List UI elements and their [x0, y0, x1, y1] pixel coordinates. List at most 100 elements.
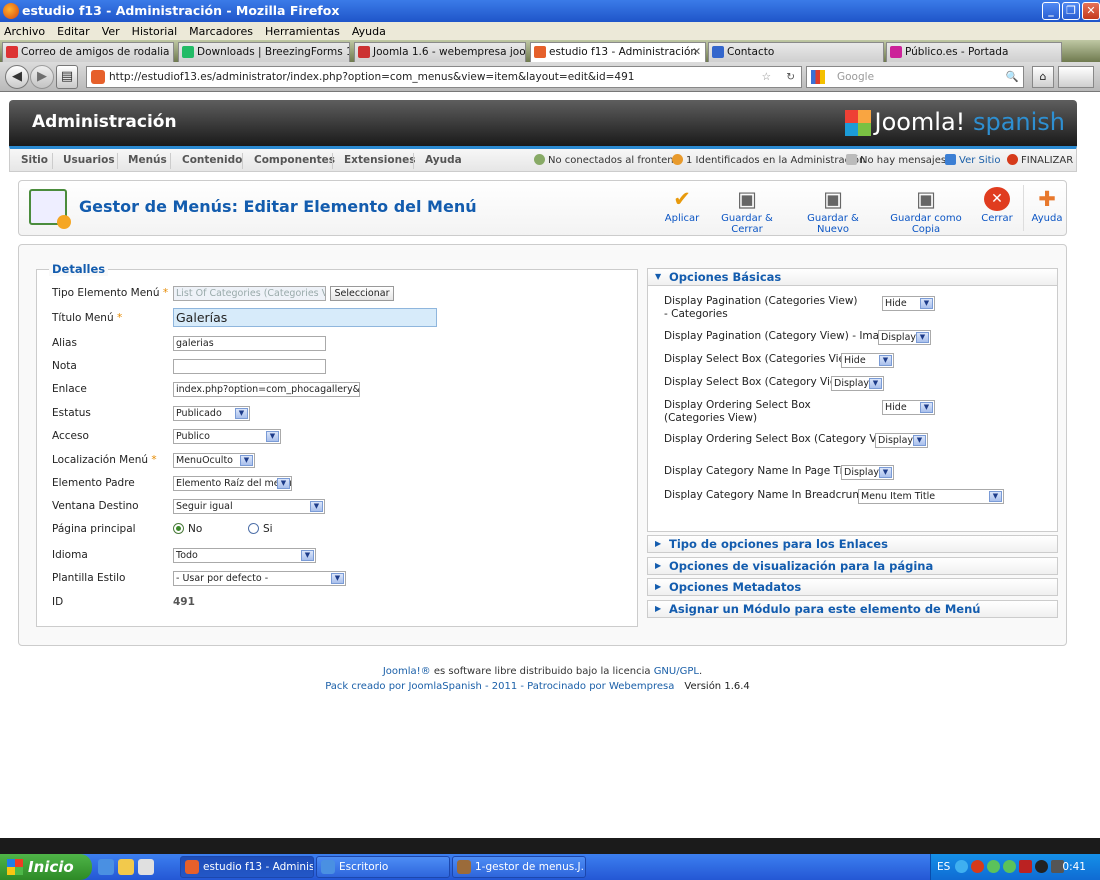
- nav-componentes[interactable]: Componentes: [254, 154, 335, 166]
- logout-link[interactable]: FINALIZAR: [1007, 154, 1073, 166]
- bookmark-star-icon[interactable]: ☆: [762, 67, 771, 87]
- home-button[interactable]: ⌂: [1032, 66, 1054, 88]
- bookmarks-icon[interactable]: ▤: [56, 65, 78, 89]
- tab-correo[interactable]: Correo de amigos de rodalia - R...: [2, 42, 174, 62]
- principal-no-text: No: [188, 523, 203, 535]
- principal-si-option[interactable]: Si: [248, 523, 273, 535]
- taskbar-item-escritorio[interactable]: Escritorio: [316, 856, 450, 878]
- close-icon: ✕: [984, 187, 1010, 211]
- pane-opciones-basicas[interactable]: ▼ Opciones Básicas: [647, 268, 1058, 286]
- ie-icon[interactable]: [98, 859, 114, 875]
- close-window-button[interactable]: ✕: [1082, 2, 1100, 20]
- opt-select-8[interactable]: Menu Item Title ▼: [858, 489, 1004, 504]
- firefox-icon: [185, 860, 199, 874]
- tray-icon[interactable]: [1003, 860, 1016, 873]
- pane-metadatos[interactable]: ▶ Opciones Metadatos: [647, 578, 1058, 596]
- chevron-down-icon: ▼: [277, 478, 290, 489]
- chevron-down-icon: ▼: [920, 298, 933, 309]
- opt-select-7[interactable]: Display ▼: [841, 465, 894, 480]
- search-icon[interactable]: 🔍: [1006, 67, 1019, 87]
- tab-contacto[interactable]: Contacto: [708, 42, 884, 62]
- save-close-button[interactable]: ▣ Guardar & Cerrar: [709, 187, 785, 235]
- tab-estudio[interactable]: estudio f13 - Administración ✕: [530, 42, 706, 62]
- menu-marcadores[interactable]: Marcadores: [189, 25, 253, 38]
- nav-sitio[interactable]: Sitio: [21, 154, 48, 166]
- opt-value-1: Hide: [885, 298, 907, 309]
- footer-credits: Pack creado por JoomlaSpanish - 2011 - P…: [0, 681, 1075, 692]
- tab-downloads[interactable]: Downloads | BreezingForms 1.7....: [178, 42, 350, 62]
- credits-link[interactable]: Pack creado por JoomlaSpanish - 2011 - P…: [325, 681, 674, 692]
- language-indicator[interactable]: ES: [937, 861, 950, 873]
- tray-icon[interactable]: [971, 860, 984, 873]
- menu-herramientas[interactable]: Herramientas: [265, 25, 340, 38]
- nav-contenido[interactable]: Contenido: [182, 154, 242, 166]
- taskbar-item-firefox[interactable]: estudio f13 - Administ...: [180, 856, 314, 878]
- opt-select-1[interactable]: Hide ▼: [882, 296, 935, 311]
- opt-select-4[interactable]: Display ▼: [831, 376, 884, 391]
- close-button[interactable]: ✕ Cerrar: [979, 187, 1015, 224]
- localizacion-select[interactable]: MenuOculto ▼: [173, 453, 255, 468]
- pane-visualizacion[interactable]: ▶ Opciones de visualización para la págin…: [647, 557, 1058, 575]
- close-tab-icon[interactable]: ✕: [692, 43, 701, 61]
- radio-checked-icon: [173, 523, 184, 534]
- opt-select-5[interactable]: Hide ▼: [882, 400, 935, 415]
- save-new-button[interactable]: ▣ Guardar & Nuevo: [795, 187, 871, 235]
- opt-select-3[interactable]: Hide ▼: [841, 353, 894, 368]
- tray-icon[interactable]: [1019, 860, 1032, 873]
- admin-title: Administración: [32, 112, 177, 132]
- opt-value-7: Display: [844, 467, 880, 478]
- mail-icon: [6, 46, 18, 58]
- help-button[interactable]: ✚ Ayuda: [1029, 187, 1065, 224]
- nota-input[interactable]: [173, 359, 326, 374]
- quicklaunch-icon[interactable]: [138, 859, 154, 875]
- ventana-select[interactable]: Seguir igual ▼: [173, 499, 325, 514]
- titulo-input[interactable]: Galerías: [173, 308, 437, 327]
- nav-ayuda[interactable]: Ayuda: [425, 154, 462, 166]
- tray-icon[interactable]: [987, 860, 1000, 873]
- pane-asignar-modulo[interactable]: ▶ Asignar un Módulo para este elemento de…: [647, 600, 1058, 618]
- opt-select-2[interactable]: Display ▼: [878, 330, 931, 345]
- nav-extensiones[interactable]: Extensiones: [344, 154, 415, 166]
- tab-joomla[interactable]: Joomla 1.6 - webempresa jooml...: [354, 42, 526, 62]
- gpl-link[interactable]: GNU/GPL: [654, 666, 699, 677]
- nav-menus[interactable]: Menús: [128, 154, 167, 166]
- menu-historial[interactable]: Historial: [132, 25, 177, 38]
- principal-no-option[interactable]: No: [173, 523, 202, 535]
- tray-icon[interactable]: [1035, 860, 1048, 873]
- enlace-input[interactable]: index.php?option=com_phocagallery&view=c…: [173, 382, 360, 397]
- tab-publico[interactable]: Público.es - Portada: [886, 42, 1062, 62]
- joomla-link[interactable]: Joomla!®: [383, 666, 431, 677]
- menu-ver[interactable]: Ver: [102, 25, 120, 38]
- minimize-button[interactable]: _: [1042, 2, 1060, 20]
- apply-button[interactable]: ✔ Aplicar: [662, 187, 702, 224]
- start-button[interactable]: Inicio: [0, 854, 92, 880]
- folder-icon[interactable]: [118, 859, 134, 875]
- view-site-link[interactable]: Ver Sitio: [945, 154, 1000, 166]
- acceso-select[interactable]: Publico ▼: [173, 429, 281, 444]
- search-bar[interactable]: Google 🔍: [806, 66, 1024, 88]
- tray-icon[interactable]: [955, 860, 968, 873]
- reload-icon[interactable]: ↻: [786, 67, 795, 87]
- menu-archivo[interactable]: Archivo: [4, 25, 45, 38]
- tipo-field: List Of Categories (Categories View): [173, 286, 326, 301]
- back-button[interactable]: ◀: [5, 65, 29, 89]
- maximize-button[interactable]: ❐: [1062, 2, 1080, 20]
- nav-usuarios[interactable]: Usuarios: [63, 154, 115, 166]
- menu-editar[interactable]: Editar: [57, 25, 90, 38]
- menu-ayuda[interactable]: Ayuda: [352, 25, 386, 38]
- addon-button[interactable]: [1058, 66, 1094, 88]
- alias-input[interactable]: galerias: [173, 336, 326, 351]
- status-messages-text: No hay mensajes: [860, 155, 947, 166]
- taskbar-item-gestor[interactable]: 1-gestor de menus.J...: [452, 856, 586, 878]
- pane-tipo-enlaces[interactable]: ▶ Tipo de opciones para los Enlaces: [647, 535, 1058, 553]
- forward-button[interactable]: ▶: [30, 65, 54, 89]
- padre-select[interactable]: Elemento Raíz del menú ▼: [173, 476, 292, 491]
- save-copy-button[interactable]: ▣ Guardar como Copia: [881, 187, 971, 235]
- chevron-down-icon: ▼: [879, 467, 892, 478]
- url-bar[interactable]: http://estudiof13.es/administrator/index…: [86, 66, 802, 88]
- opt-select-6[interactable]: Display ▼: [875, 433, 928, 448]
- idioma-select[interactable]: Todo ▼: [173, 548, 316, 563]
- plantilla-select[interactable]: - Usar por defecto - ▼: [173, 571, 346, 586]
- estatus-select[interactable]: Publicado ▼: [173, 406, 250, 421]
- seleccionar-button[interactable]: Seleccionar: [330, 286, 394, 301]
